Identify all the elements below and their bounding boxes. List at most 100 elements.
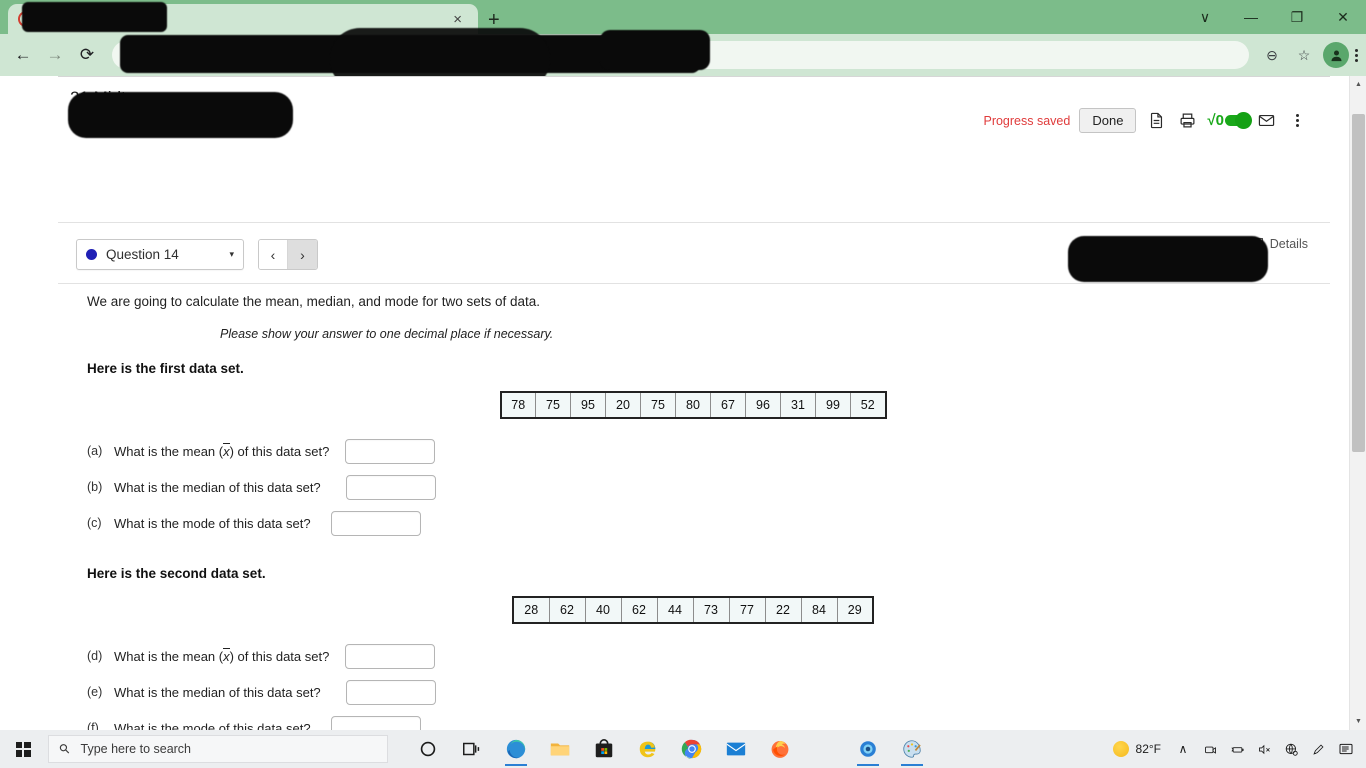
show-hidden-icons-chevron[interactable]: ∧ [1170, 730, 1196, 768]
previous-question-button[interactable]: ‹ [259, 240, 288, 269]
part-letter: (e) [87, 685, 103, 699]
radical-icon: √0 [1207, 112, 1224, 129]
data-cell: 78 [500, 391, 536, 419]
edge-icon[interactable] [494, 730, 538, 768]
weather-widget[interactable]: 82°F [1105, 741, 1169, 757]
data-cell: 62 [620, 596, 658, 624]
data-cell: 62 [548, 596, 586, 624]
question-part-b: (b) What is the median of this data set? [87, 474, 1328, 500]
scroll-down-arrow-icon[interactable]: ▼ [1350, 713, 1366, 730]
done-button[interactable]: Done [1079, 108, 1137, 133]
details-checkbox[interactable]: ✓ [1250, 238, 1263, 250]
data-cell: 67 [710, 391, 746, 419]
volume-muted-icon[interactable] [1251, 730, 1277, 768]
toggle-switch[interactable] [1225, 112, 1252, 129]
next-question-button[interactable]: › [288, 240, 317, 269]
details-toggle[interactable]: ✓ Details [1250, 237, 1308, 251]
new-tab-button[interactable]: + [488, 10, 500, 30]
file-explorer-icon[interactable] [538, 730, 582, 768]
answer-input-b[interactable] [345, 474, 436, 500]
task-view-icon[interactable] [450, 730, 494, 768]
chrome-icon[interactable] [670, 730, 714, 768]
browser-window: 21 Miterm × + ∨ — ❐ ✕ ← → ⟳ 🔒 https://ww… [0, 0, 1366, 768]
minimize-button[interactable]: — [1228, 0, 1274, 34]
first-dataset-label: Here is the first data set. [87, 361, 244, 376]
answer-input-f[interactable] [330, 715, 421, 730]
start-button[interactable] [0, 730, 46, 768]
question-selector-dropdown[interactable]: Question 14 ▾ [76, 239, 244, 270]
pen-icon[interactable] [1305, 730, 1331, 768]
question-nav-bar: Question 14 ▾ ‹ › ✓ Details [58, 222, 1330, 284]
address-bar-url: https://www.example.com/assignment/quest… [145, 48, 396, 62]
back-button[interactable]: ← [8, 40, 38, 70]
mail-icon[interactable] [1255, 110, 1277, 132]
more-options-icon[interactable] [1286, 110, 1308, 132]
sun-icon [1112, 741, 1129, 757]
navigation-bar: ← → ⟳ 🔒 https://www.example.com/assignme… [0, 34, 1366, 76]
taskbar-search-box[interactable]: ⚲ Type here to search [48, 735, 388, 763]
firefox-icon[interactable] [758, 730, 802, 768]
part-text: What is the mean (x) of this data set? [114, 442, 330, 459]
answer-input-a[interactable] [345, 438, 436, 464]
page-scrollbar[interactable]: ▲ ▼ [1349, 76, 1366, 730]
forward-button[interactable]: → [40, 40, 70, 70]
data-cell: 73 [692, 596, 730, 624]
zoom-out-icon[interactable]: ⊖ [1259, 42, 1285, 68]
paint-icon[interactable] [890, 730, 934, 768]
tab-close-icon[interactable]: × [447, 11, 468, 28]
app-active-indicator [857, 763, 879, 766]
document-icon[interactable] [1145, 110, 1167, 132]
table-row: 78 75 95 20 75 80 67 96 31 99 52 [500, 391, 886, 419]
page-viewport: 21 Midterm Score: 6.1/16 9/16 answered P… [0, 76, 1366, 730]
tab-favicon-icon [18, 11, 34, 27]
network-disconnected-icon[interactable] [1278, 730, 1304, 768]
app-active-indicator [901, 763, 923, 766]
answer-input-d[interactable] [345, 643, 436, 669]
part-letter: (f) [87, 721, 99, 730]
mail-icon[interactable] [714, 730, 758, 768]
x-bar-symbol: x [223, 647, 230, 664]
close-button[interactable]: ✕ [1320, 0, 1366, 34]
lock-icon: 🔒 [124, 49, 138, 62]
part-text: What is the mode of this data set? [114, 515, 311, 531]
scroll-up-arrow-icon[interactable]: ▲ [1350, 76, 1366, 93]
data-cell: 95 [570, 391, 606, 419]
profile-avatar-icon[interactable] [1323, 42, 1349, 68]
weather-temperature: 82°F [1135, 742, 1161, 756]
bookmark-star-icon[interactable]: ☆ [1291, 42, 1317, 68]
restore-button[interactable]: ❐ [1274, 0, 1320, 34]
reload-button[interactable]: ⟳ [72, 40, 102, 70]
math-mode-toggle[interactable]: √0 [1207, 112, 1252, 129]
part-text: What is the median of this data set? [114, 479, 321, 495]
chevron-down-icon[interactable]: ∨ [1182, 0, 1228, 34]
answer-input-c[interactable] [330, 510, 421, 536]
part-letter: (c) [87, 516, 102, 530]
address-bar[interactable]: 🔒 https://www.example.com/assignment/que… [112, 41, 1249, 69]
assignment-header: 21 Midterm Score: 6.1/16 9/16 answered [70, 88, 370, 140]
printer-icon[interactable] [1176, 110, 1198, 132]
data-cell: 75 [640, 391, 676, 419]
action-center-icon[interactable] [1332, 730, 1360, 768]
omnibox-actions: ⊖ ☆ [1259, 42, 1358, 68]
redacted-app-icon[interactable] [802, 730, 846, 768]
microsoft-store-icon[interactable] [582, 730, 626, 768]
data-cell: 77 [728, 596, 766, 624]
camera-icon[interactable] [1197, 730, 1223, 768]
browser-tab[interactable]: 21 Miterm × [8, 4, 478, 34]
internet-explorer-icon[interactable] [626, 730, 670, 768]
tab-strip: 21 Miterm × + ∨ — ❐ ✕ [0, 0, 1366, 34]
part-letter: (b) [87, 480, 103, 494]
sync-icon[interactable] [846, 730, 890, 768]
scrollbar-thumb[interactable] [1352, 114, 1365, 452]
tab-title: 21 Miterm [42, 12, 96, 26]
windows-logo-icon [15, 741, 31, 757]
browser-menu-icon[interactable] [1355, 48, 1358, 63]
chevron-down-icon: ▾ [229, 249, 234, 259]
answer-input-e[interactable] [345, 679, 436, 705]
battery-charging-icon[interactable] [1224, 730, 1250, 768]
system-tray: 82°F ∧ [1105, 730, 1366, 768]
first-dataset-table: 78 75 95 20 75 80 67 96 31 99 52 [499, 391, 887, 419]
data-cell: 96 [745, 391, 781, 419]
data-cell: 28 [512, 596, 550, 624]
cortana-icon[interactable] [406, 730, 450, 768]
